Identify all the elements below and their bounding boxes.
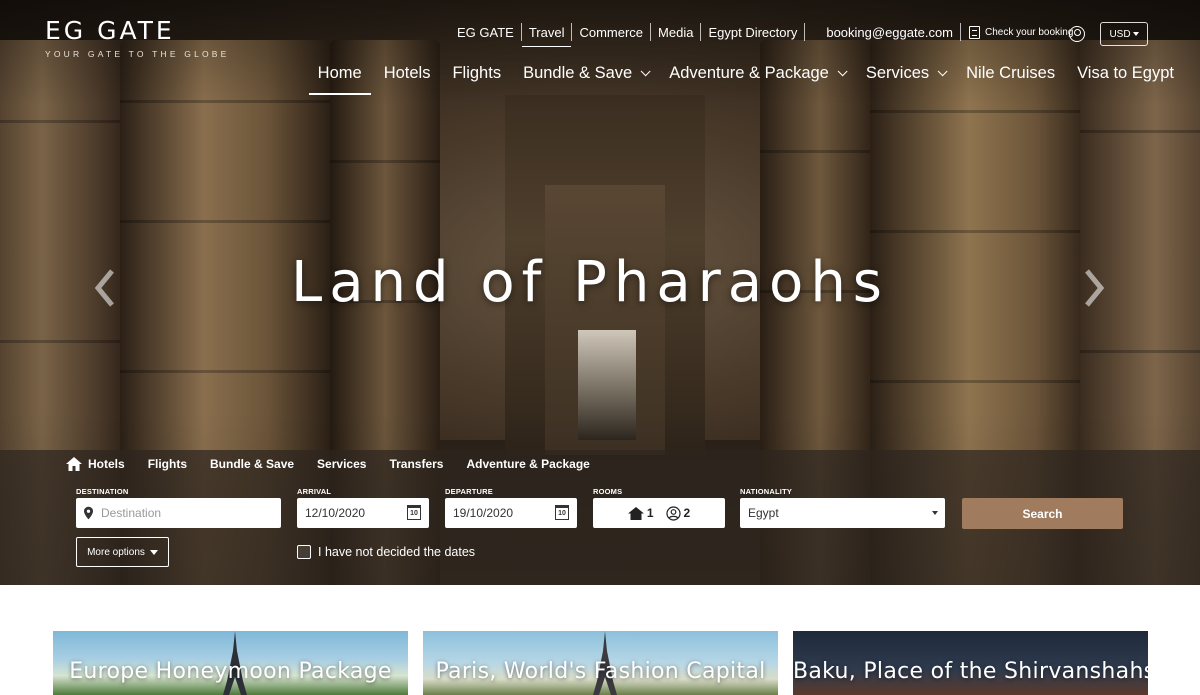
nav-services-label: Services — [865, 64, 930, 82]
user-account-icon[interactable] — [1069, 26, 1085, 42]
tab-bundle-save[interactable]: Bundle & Save — [210, 457, 294, 471]
nav-nile-cruises[interactable]: Nile Cruises — [966, 64, 1055, 86]
package-card-title: Baku, Place of the Shirvanshahs! — [793, 659, 1148, 684]
home-icon — [66, 457, 82, 471]
nav-visa-to-egypt[interactable]: Visa to Egypt — [1077, 64, 1174, 86]
logo-tagline: YOUR GATE TO THE GLOBE — [45, 49, 230, 59]
destination-field[interactable] — [76, 498, 281, 528]
nav-hotels-label: Hotels — [383, 64, 431, 82]
nationality-select[interactable]: Egypt — [740, 498, 945, 528]
guest-icon — [665, 505, 681, 521]
nationality-value: Egypt — [748, 506, 779, 520]
topnav-egypt-directory[interactable]: Egypt Directory — [701, 25, 804, 40]
calendar-icon[interactable]: 10 — [555, 505, 569, 520]
search-button[interactable]: Search — [962, 498, 1123, 529]
tab-hotels-label: Hotels — [88, 457, 125, 471]
booking-document-icon — [969, 25, 981, 39]
check-booking-link[interactable]: Check your booking — [961, 25, 1074, 39]
currency-label: USD — [1109, 28, 1131, 40]
topnav-media[interactable]: Media — [651, 25, 700, 40]
package-card-title: Europe Honeymoon Package — [69, 659, 392, 684]
arrival-date-field[interactable]: 12/10/2020 10 — [297, 498, 429, 528]
site-logo[interactable]: EG GATE YOUR GATE TO THE GLOBE — [45, 16, 230, 60]
caret-down-icon — [932, 511, 938, 515]
destination-label: DESTINATION — [76, 487, 129, 496]
featured-packages: Europe Honeymoon Package Paris, World's … — [0, 585, 1200, 695]
slider-prev-arrow-icon[interactable] — [94, 268, 116, 308]
nav-hotels[interactable]: Hotels — [384, 64, 431, 86]
package-card[interactable]: Paris, World's Fashion Capital — [423, 631, 778, 695]
tab-flights[interactable]: Flights — [148, 457, 187, 471]
nav-adventure-package[interactable]: Adventure & Package — [669, 64, 848, 86]
nav-home[interactable]: Home — [308, 64, 371, 95]
nav-flights[interactable]: Flights — [452, 64, 501, 86]
package-card-title: Paris, World's Fashion Capital — [435, 659, 766, 684]
hero-title: Land of Pharaohs — [291, 250, 889, 315]
departure-date-value: 19/10/2020 — [453, 506, 514, 520]
arrival-date-value: 12/10/2020 — [305, 506, 366, 520]
destination-input[interactable] — [99, 505, 273, 521]
rooms-label: ROOMS — [593, 487, 623, 496]
arrival-label: ARRIVAL — [297, 487, 332, 496]
tab-services[interactable]: Services — [317, 457, 366, 471]
package-card[interactable]: Baku, Place of the Shirvanshahs! — [793, 631, 1148, 695]
no-dates-checkbox[interactable] — [297, 545, 311, 559]
nav-bundle-save-label: Bundle & Save — [523, 64, 633, 82]
package-card[interactable]: Europe Honeymoon Package — [53, 631, 408, 695]
home-icon — [627, 506, 644, 520]
search-panel: Hotels Flights Bundle & Save Services Tr… — [0, 450, 1200, 585]
currency-selector[interactable]: USD — [1100, 22, 1148, 46]
check-booking-label: Check your booking — [985, 26, 1074, 38]
caret-down-icon — [149, 549, 158, 555]
topnav-eggate[interactable]: EG GATE — [450, 25, 521, 40]
chevron-down-icon — [937, 66, 948, 77]
rooms-count: 1 — [646, 506, 654, 520]
nav-bundle-save[interactable]: Bundle & Save — [523, 64, 651, 86]
slider-next-arrow-icon[interactable] — [1083, 268, 1105, 308]
top-nav: EG GATE Travel Commerce Media Egypt Dire… — [450, 22, 1074, 47]
email-link[interactable]: booking@eggate.com — [819, 25, 960, 40]
nav-adventure-package-label: Adventure & Package — [669, 64, 829, 82]
logo-wordmark: EG GATE — [45, 16, 175, 45]
topnav-divider — [804, 23, 806, 41]
search-tabs: Hotels Flights Bundle & Save Services Tr… — [66, 457, 613, 471]
nav-services[interactable]: Services — [865, 64, 948, 86]
tab-transfers[interactable]: Transfers — [389, 457, 443, 471]
guests-count: 2 — [683, 506, 691, 520]
chevron-down-icon — [640, 66, 651, 77]
chevron-down-icon — [837, 66, 848, 77]
map-pin-icon — [84, 506, 93, 520]
departure-date-field[interactable]: 19/10/2020 10 — [445, 498, 577, 528]
departure-label: DEPARTURE — [445, 487, 493, 496]
tab-adventure-package[interactable]: Adventure & Package — [466, 457, 589, 471]
calendar-icon[interactable]: 10 — [407, 505, 421, 520]
nav-home-label: Home — [317, 64, 362, 82]
topnav-travel[interactable]: Travel — [521, 25, 572, 47]
more-options-button[interactable]: More options — [76, 537, 169, 567]
main-nav: Home Hotels Flights Bundle & Save Advent… — [296, 64, 1174, 95]
rooms-guests-selector[interactable]: 1 2 — [593, 498, 725, 528]
nav-visa-label: Visa to Egypt — [1077, 64, 1174, 82]
nationality-label: NATIONALITY — [740, 487, 793, 496]
no-dates-checkbox-row[interactable]: I have not decided the dates — [297, 545, 475, 559]
topnav-commerce[interactable]: Commerce — [572, 25, 650, 40]
nav-nile-cruises-label: Nile Cruises — [966, 64, 1056, 82]
no-dates-label: I have not decided the dates — [318, 545, 476, 559]
nav-flights-label: Flights — [452, 64, 502, 82]
more-options-label: More options — [87, 546, 145, 558]
tab-hotels[interactable]: Hotels — [66, 457, 125, 471]
caret-down-icon — [1132, 32, 1139, 36]
